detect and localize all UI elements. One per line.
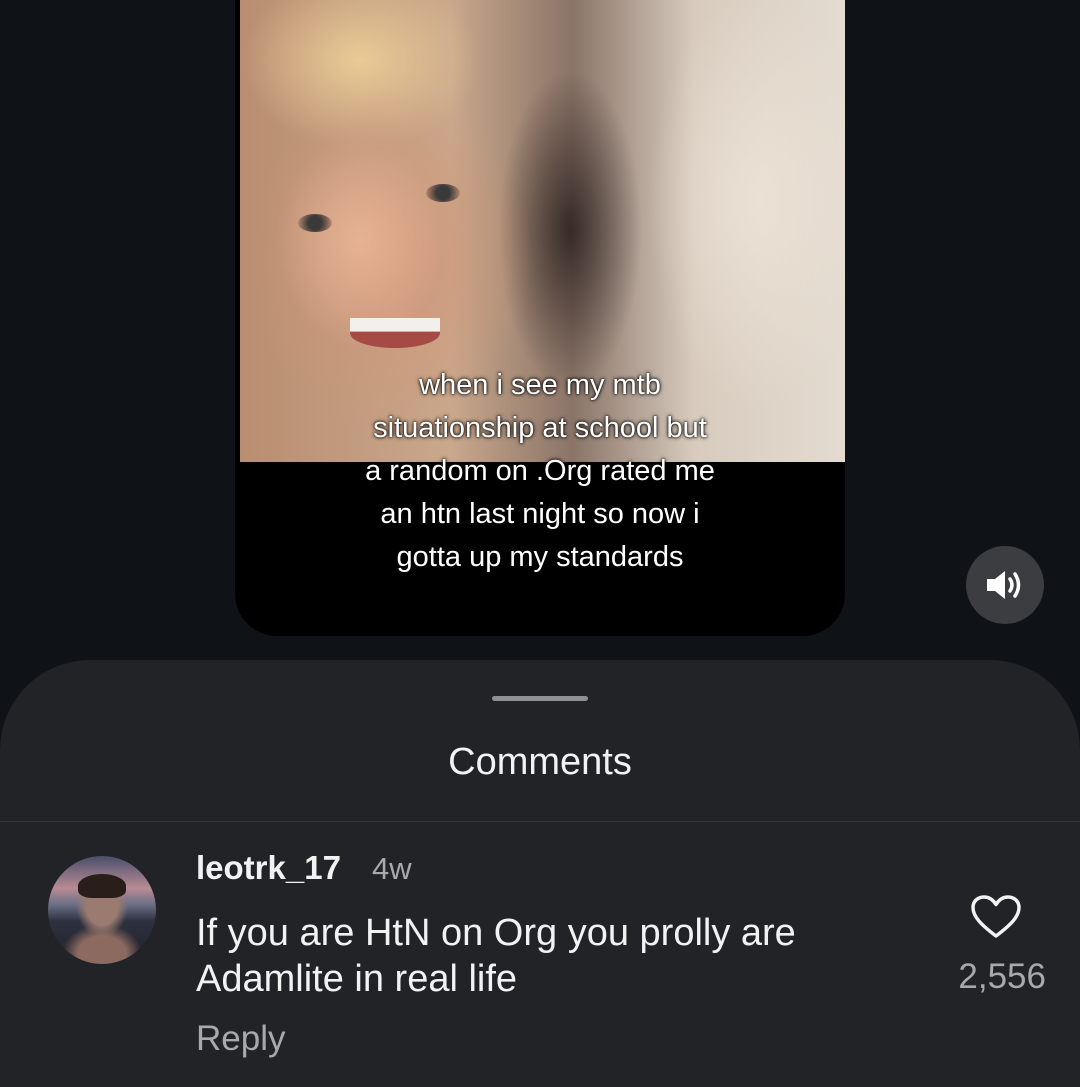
reel-screen: when i see my mtb situationship at schoo… — [0, 0, 1080, 1087]
comment-timestamp: 4w — [372, 851, 412, 886]
avatar-detail — [78, 874, 126, 898]
speaker-on-icon — [987, 571, 1021, 599]
like-button[interactable] — [970, 894, 1022, 940]
divider — [0, 821, 1080, 822]
comment-username[interactable]: leotrk_17 — [196, 848, 341, 888]
reel-video[interactable]: when i see my mtb situationship at schoo… — [235, 0, 845, 636]
sheet-drag-handle[interactable] — [492, 696, 588, 701]
avatar[interactable] — [48, 856, 156, 964]
comments-sheet: Comments leotrk_17 4w If you are HtN on … — [0, 660, 1080, 1087]
sheet-title: Comments — [448, 741, 632, 783]
sound-toggle-button[interactable] — [966, 546, 1044, 624]
video-frame-detail — [350, 318, 440, 348]
video-frame-detail — [426, 184, 460, 202]
heart-outline-icon — [971, 895, 1021, 938]
comment-text: If you are HtN on Org you prolly are Ada… — [196, 912, 796, 1000]
like-count: 2,556 — [958, 957, 1046, 996]
video-frame-detail — [298, 214, 332, 232]
video-caption: when i see my mtb situationship at schoo… — [365, 369, 715, 573]
reply-button[interactable]: Reply — [196, 1018, 285, 1060]
